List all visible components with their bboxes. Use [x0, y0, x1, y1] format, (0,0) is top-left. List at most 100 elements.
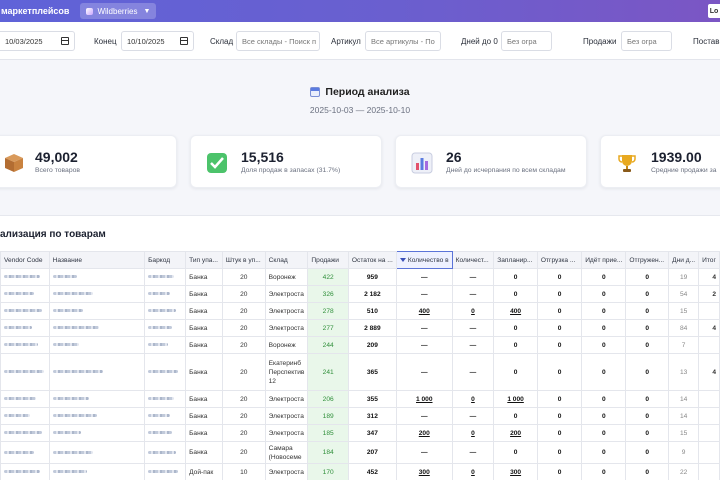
planned-cell[interactable]: 300 — [493, 463, 538, 480]
planned-cell[interactable]: 200 — [493, 424, 538, 442]
vendor-code-cell — [0, 390, 50, 408]
planned-cell: 0 — [493, 336, 538, 354]
table-row[interactable]: Банка 20 Электроста 206 355 1 000 0 1 000 0 0 0 14 — [0, 390, 720, 408]
quantity-2-cell[interactable]: 0 — [451, 390, 495, 408]
table-row[interactable]: Банка 20 Самара (Новосеме 184 207— —0 0 0 0 9 — [0, 441, 720, 464]
table-row[interactable]: Банка 20 Электроста 189 312— —0 0 0 0 14 — [0, 407, 720, 425]
redacted-text — [52, 431, 81, 435]
sales-cell: 185 — [307, 424, 349, 442]
barcode-cell — [144, 302, 187, 320]
pack-type-cell: Дой-пак — [185, 463, 223, 480]
receiving-cell: 0 — [581, 302, 627, 320]
name-cell — [48, 390, 146, 408]
table-header-row: Vendor Code Название Баркод Тип упа... Ш… — [0, 251, 720, 269]
col-shipped[interactable]: Отгружен... — [625, 251, 670, 269]
sales-input[interactable]: Без огра — [621, 31, 672, 51]
table-row[interactable]: Банка 20 Воронеж 244 209— —0 0 0 0 7 — [0, 336, 720, 354]
vendor-code-cell — [0, 353, 50, 391]
end-date-input[interactable]: 10/10/2025 — [121, 31, 194, 51]
barcode-cell — [144, 463, 187, 480]
stock-cell: 959 — [347, 268, 397, 286]
shipment-cell: 0 — [536, 407, 583, 425]
redacted-text — [4, 309, 42, 313]
quantity-2-cell[interactable]: 0 — [451, 463, 495, 480]
vendor-code-cell — [0, 336, 50, 354]
col-receiving[interactable]: Идёт прие... — [581, 251, 627, 269]
table-row[interactable]: Банка 20 Электроста 277 2 889— —0 0 0 0 84 4 — [0, 319, 720, 337]
article-input[interactable]: Все артикулы - По — [365, 31, 441, 51]
stat-label: Дней до исчерпания по всем складам — [446, 167, 566, 174]
stock-cell: 355 — [347, 390, 397, 408]
days-cell: 22 — [668, 463, 700, 480]
quantity-cell[interactable]: 300 — [395, 463, 453, 480]
analysis-period: Период анализа 2025-10-03 — 2025-10-10 — [0, 86, 720, 115]
table-row[interactable]: Дой-пак 10 Электроста 170 452 300 0 300 0 0 0 22 — [0, 463, 720, 480]
sales-cell: 206 — [307, 390, 349, 408]
col-stock[interactable]: Остаток на ... — [347, 251, 397, 269]
col-name[interactable]: Название — [48, 251, 146, 269]
quantity-cell[interactable]: 1 000 — [395, 390, 453, 408]
period-heading: Период анализа — [310, 86, 410, 98]
planned-cell[interactable]: 1 000 — [493, 390, 538, 408]
quantity-2-cell[interactable]: 0 — [451, 424, 495, 442]
table-row[interactable]: Банка 20 Воронеж 422 959— —0 0 0 0 19 4 — [0, 268, 720, 286]
col-sales[interactable]: Продажи — [307, 251, 349, 269]
col-warehouse[interactable]: Склад — [264, 251, 309, 269]
stock-cell: 347 — [347, 424, 397, 442]
quantity-cell[interactable]: 400 — [395, 302, 453, 320]
redacted-text — [4, 450, 34, 454]
start-date-input[interactable]: 10/03/2025 — [0, 31, 75, 51]
table-row[interactable]: Банка 20 Екатеринб Перспектив 12 241 365— —0 0… — [0, 353, 720, 391]
shipment-cell: 0 — [536, 441, 583, 464]
days-input[interactable]: Без огра — [501, 31, 552, 51]
end-date-value: 10/10/2025 — [127, 36, 165, 46]
logout-button[interactable]: Lo — [708, 4, 720, 18]
days-label: Дней до 0 — [461, 37, 498, 46]
col-days[interactable]: Дни д... — [668, 251, 700, 269]
shipped-cell: 0 — [625, 302, 670, 320]
sales-cell: 241 — [307, 353, 349, 391]
stat-card-sales-share: 15,516 Доля продаж в запасах (31.7%) — [190, 135, 382, 188]
col-barcode[interactable]: Баркод — [144, 251, 187, 269]
table-row[interactable]: Банка 20 Электроста 278 510 400 0 400 0 0 0 15 — [0, 302, 720, 320]
col-quantity-sorted[interactable]: Количество в — [395, 251, 453, 269]
col-pack-type[interactable]: Тип упа... — [185, 251, 223, 269]
warehouse-cell: Электроста — [264, 285, 309, 303]
name-cell — [48, 407, 146, 425]
col-quantity-2[interactable]: Количест... — [451, 251, 495, 269]
redacted-text — [4, 397, 36, 401]
calendar-icon[interactable] — [61, 37, 69, 45]
days-cell: 14 — [668, 407, 700, 425]
pack-type-cell: Банка — [185, 285, 223, 303]
table-row[interactable]: Банка 20 Электроста 185 347 200 0 200 0 0 0 15 — [0, 424, 720, 442]
stat-label: Всего товаров — [35, 167, 81, 174]
pack-type-cell: Банка — [185, 319, 223, 337]
receiving-cell: 0 — [581, 407, 627, 425]
pcs-cell: 10 — [221, 463, 266, 480]
pack-type-cell: Банка — [185, 424, 223, 442]
table-row[interactable]: Банка 20 Электроста 326 2 182— —0 0 0 0 54 2 — [0, 285, 720, 303]
col-planned[interactable]: Запланир... — [493, 251, 538, 269]
col-vendor-code[interactable]: Vendor Code — [0, 251, 50, 269]
quantity-2-cell: — — [451, 285, 495, 303]
planned-cell[interactable]: 400 — [493, 302, 538, 320]
receiving-cell: 0 — [581, 424, 627, 442]
warehouse-cell: Электроста — [264, 319, 309, 337]
quantity-cell[interactable]: 200 — [395, 424, 453, 442]
redacted-text — [148, 397, 175, 401]
planned-cell: 0 — [493, 407, 538, 425]
total-cell — [698, 302, 720, 320]
col-shipment[interactable]: Отгрузка ... — [536, 251, 583, 269]
stat-label: Средние продажи за — [651, 167, 717, 174]
warehouse-input[interactable]: Все склады - Поиск п — [236, 31, 320, 51]
section-title: ализация по товарам — [0, 229, 106, 240]
calendar-icon[interactable] — [180, 37, 188, 45]
quantity-2-cell[interactable]: 0 — [451, 302, 495, 320]
marketplace-select[interactable]: Wildberries ▼ — [80, 3, 157, 19]
col-total[interactable]: Итог — [698, 251, 720, 269]
col-pcs-per-pack[interactable]: Штук в уп... — [221, 251, 266, 269]
shipped-cell: 0 — [625, 390, 670, 408]
sales-cell: 184 — [307, 441, 349, 464]
stat-value: 15,516 — [241, 149, 284, 165]
stat-value: 26 — [446, 149, 462, 165]
